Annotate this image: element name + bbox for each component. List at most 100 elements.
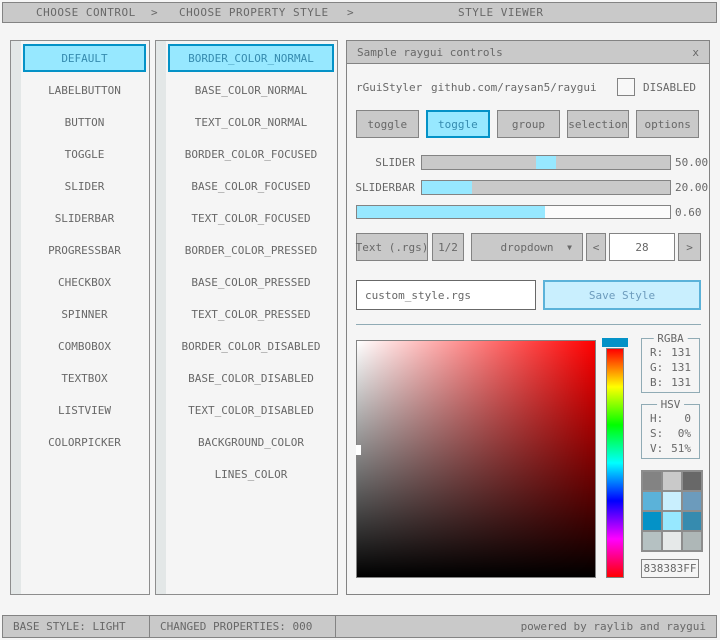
list-item-combobox[interactable]: COMBOBOX (23, 332, 146, 360)
list-item-textbox[interactable]: TEXTBOX (23, 364, 146, 392)
swatch-text-color-disabled[interactable] (683, 532, 701, 550)
value-label: V: (650, 442, 663, 455)
style-filename-input[interactable]: custom_style.rgs (356, 280, 536, 310)
sample-controls-window: Sample raygui controls x rGuiStyler gith… (346, 40, 710, 595)
blue-label: B: (650, 376, 663, 389)
list-item-text-color-pressed[interactable]: TEXT_COLOR_PRESSED (168, 300, 334, 328)
list-item-base-color-disabled[interactable]: BASE_COLOR_DISABLED (168, 364, 334, 392)
list-item-base-color-normal[interactable]: BASE_COLOR_NORMAL (168, 76, 334, 104)
list-item-text-color-normal[interactable]: TEXT_COLOR_NORMAL (168, 108, 334, 136)
list-item-border-color-focused[interactable]: BORDER_COLOR_FOCUSED (168, 140, 334, 168)
toggle-button-group[interactable]: group (497, 110, 560, 138)
powered-by-label: powered by raylib and raygui (521, 620, 706, 633)
progressbar (356, 205, 671, 219)
slider[interactable] (421, 155, 671, 170)
swatch-border-color-normal[interactable] (643, 472, 661, 490)
color-saturation-value-panel[interactable] (356, 340, 596, 578)
properties-list-scrollbar[interactable] (156, 41, 166, 594)
status-base-style: BASE STYLE: LIGHT (2, 615, 150, 638)
base-style-label: BASE STYLE: LIGHT (13, 620, 126, 633)
dropdown-select[interactable]: dropdown ▼ (471, 233, 583, 261)
hsv-row-value: V: 51% (642, 441, 699, 456)
rgba-groupbox: RGBA R: 131 G: 131 B: 131 (641, 338, 700, 393)
save-style-button[interactable]: Save Style (543, 280, 701, 310)
rgba-groupbox-title: RGBA (653, 332, 688, 345)
sliderbar-fill (422, 181, 472, 194)
app-name-label: rGuiStyler (356, 77, 422, 99)
green-value: 131 (671, 361, 691, 374)
sliderbar-label: SLIDERBAR (347, 180, 415, 195)
green-label: G: (650, 361, 663, 374)
list-item-default[interactable]: DEFAULT (23, 44, 146, 72)
list-item-labelbutton[interactable]: LABELBUTTON (23, 76, 146, 104)
style-color-swatch-grid (641, 470, 703, 552)
list-item-button[interactable]: BUTTON (23, 108, 146, 136)
toggle-button-toggle-1[interactable]: toggle (356, 110, 419, 138)
hsv-row-hue: H: 0 (642, 411, 699, 426)
swatch-text-color-normal[interactable] (683, 472, 701, 490)
list-item-sliderbar[interactable]: SLIDERBAR (23, 204, 146, 232)
controls-list-scrollbar[interactable] (11, 41, 21, 594)
spinner-value-box[interactable]: 28 (609, 233, 675, 261)
rguistyler-app: CHOOSE CONTROL > CHOOSE PROPERTY STYLE >… (0, 0, 720, 640)
toggle-button-toggle-2-selected[interactable]: toggle (426, 110, 491, 138)
swatch-text-color-pressed[interactable] (683, 512, 701, 530)
toggle-button-options[interactable]: options (636, 110, 699, 138)
breadcrumb-style-viewer: STYLE VIEWER (458, 3, 543, 22)
list-item-text-color-focused[interactable]: TEXT_COLOR_FOCUSED (168, 204, 334, 232)
window-titlebar[interactable]: Sample raygui controls x (347, 41, 709, 64)
list-item-background-color[interactable]: BACKGROUND_COLOR (168, 428, 334, 456)
swatch-base-color-pressed[interactable] (663, 512, 681, 530)
list-item-border-color-normal[interactable]: BORDER_COLOR_NORMAL (168, 44, 334, 72)
disabled-checkbox-label: DISABLED (643, 77, 696, 99)
hue-slider[interactable] (606, 348, 624, 578)
half-button[interactable]: 1/2 (432, 233, 464, 261)
color-panel-cursor[interactable] (356, 445, 361, 455)
toggle-button-selection[interactable]: selection (567, 110, 630, 138)
disabled-checkbox[interactable] (617, 78, 635, 96)
chevron-right-icon: > (151, 3, 158, 22)
list-item-listview[interactable]: LISTVIEW (23, 396, 146, 424)
sliderbar[interactable] (421, 180, 671, 195)
divider-line (356, 324, 701, 325)
slider-label: SLIDER (347, 155, 415, 170)
list-item-text-color-disabled[interactable]: TEXT_COLOR_DISABLED (168, 396, 334, 424)
list-item-progressbar[interactable]: PROGRESSBAR (23, 236, 146, 264)
list-item-border-color-disabled[interactable]: BORDER_COLOR_DISABLED (168, 332, 334, 360)
list-item-slider[interactable]: SLIDER (23, 172, 146, 200)
breadcrumb: CHOOSE CONTROL > CHOOSE PROPERTY STYLE >… (2, 2, 717, 23)
swatch-base-color-normal[interactable] (663, 472, 681, 490)
chevron-right-icon: > (347, 3, 354, 22)
swatch-base-color-disabled[interactable] (663, 532, 681, 550)
list-item-border-color-pressed[interactable]: BORDER_COLOR_PRESSED (168, 236, 334, 264)
slider-handle[interactable] (536, 156, 556, 169)
hue-slider-handle[interactable] (602, 338, 628, 347)
window-body: rGuiStyler github.com/raysan5/raygui DIS… (347, 64, 709, 594)
list-item-base-color-focused[interactable]: BASE_COLOR_FOCUSED (168, 172, 334, 200)
breadcrumb-choose-property-style: CHOOSE PROPERTY STYLE (179, 3, 329, 22)
hue-label: H: (650, 412, 663, 425)
hsv-groupbox-title: HSV (657, 398, 685, 411)
rgba-row-blue: B: 131 (642, 375, 699, 390)
list-item-base-color-pressed[interactable]: BASE_COLOR_PRESSED (168, 268, 334, 296)
close-icon[interactable]: x (692, 46, 699, 59)
list-item-checkbox[interactable]: CHECKBOX (23, 268, 146, 296)
swatch-border-color-disabled[interactable] (643, 532, 661, 550)
spinner-increase-button[interactable]: > (678, 233, 701, 261)
swatch-border-color-pressed[interactable] (643, 512, 661, 530)
swatch-border-color-focused[interactable] (643, 492, 661, 510)
list-item-lines-color[interactable]: LINES_COLOR (168, 460, 334, 488)
properties-list-panel: BORDER_COLOR_NORMAL BASE_COLOR_NORMAL TE… (155, 40, 338, 595)
text-rgs-button[interactable]: Text (.rgs) (356, 233, 428, 261)
swatch-text-color-focused[interactable] (683, 492, 701, 510)
hex-color-input[interactable]: 838383FF (641, 559, 699, 578)
swatch-base-color-focused[interactable] (663, 492, 681, 510)
repo-link-label: github.com/raysan5/raygui (431, 77, 597, 99)
progressbar-value: 0.60 (675, 205, 702, 220)
list-item-spinner[interactable]: SPINNER (23, 300, 146, 328)
dropdown-value: dropdown (501, 241, 554, 254)
status-powered-by: powered by raylib and raygui (335, 615, 717, 638)
spinner-decrease-button[interactable]: < (586, 233, 606, 261)
list-item-colorpicker[interactable]: COLORPICKER (23, 428, 146, 456)
list-item-toggle[interactable]: TOGGLE (23, 140, 146, 168)
